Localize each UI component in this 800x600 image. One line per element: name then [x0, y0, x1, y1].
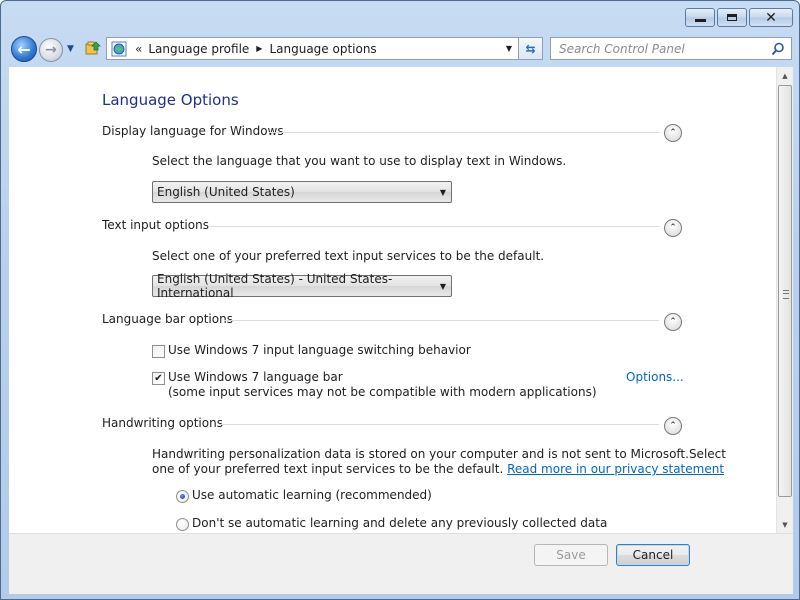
- content-area: Language Options Display language for Wi…: [9, 67, 776, 533]
- section-heading-language-bar: Language bar options: [102, 312, 233, 326]
- forward-arrow-icon: →: [45, 42, 57, 58]
- section-heading-handwriting: Handwriting options: [102, 416, 223, 430]
- search-icon[interactable]: [771, 42, 785, 56]
- save-button[interactable]: Save: [534, 544, 608, 566]
- divider: [224, 320, 659, 321]
- address-dropdown-icon[interactable]: ▼: [506, 44, 512, 53]
- collapse-handwriting-button[interactable]: ⌃: [664, 417, 682, 435]
- switching-behavior-label[interactable]: Use Windows 7 input language switching b…: [168, 343, 471, 358]
- chevron-up-icon: ⌃: [669, 128, 677, 138]
- minimize-icon: [694, 19, 706, 22]
- handwriting-description-text: one of your preferred text input service…: [152, 462, 508, 476]
- page-title: Language Options: [102, 91, 239, 109]
- grip-icon: [783, 290, 789, 299]
- divider: [269, 132, 659, 133]
- breadcrumb-overflow-icon[interactable]: «: [135, 42, 142, 56]
- maximize-button[interactable]: [717, 8, 747, 27]
- display-language-description: Select the language that you want to use…: [152, 154, 567, 168]
- handwriting-description-line2: one of your preferred text input service…: [152, 462, 724, 477]
- breadcrumb-item-language-profile[interactable]: Language profile: [148, 42, 249, 56]
- refresh-icon: ⇆: [525, 41, 536, 56]
- search-box[interactable]: Search Control Panel: [550, 37, 792, 60]
- display-language-select[interactable]: English (United States) ▼: [152, 181, 452, 203]
- back-button[interactable]: ←: [11, 36, 37, 62]
- section-heading-text-input: Text input options: [102, 218, 209, 232]
- back-arrow-icon: ←: [17, 39, 31, 59]
- minimize-button[interactable]: [685, 8, 715, 27]
- language-bar-note: (some input services may not be compatib…: [168, 385, 597, 399]
- display-language-value: English (United States): [157, 185, 295, 199]
- handwriting-description-line1: Handwriting personalization data is stor…: [152, 447, 726, 461]
- breadcrumb-item-language-options[interactable]: Language options: [269, 42, 376, 56]
- dropdown-arrow-icon: ▼: [439, 188, 446, 197]
- recent-pages-dropdown[interactable]: ▼: [67, 44, 74, 54]
- language-bar-options-link[interactable]: Options...: [626, 370, 684, 385]
- automatic-learning-radio[interactable]: [176, 490, 189, 503]
- language-bar-checkbox[interactable]: ✔: [152, 372, 165, 385]
- privacy-statement-link[interactable]: Read more in our privacy statement: [507, 462, 724, 476]
- dropdown-arrow-icon: ▼: [439, 282, 446, 291]
- cancel-button[interactable]: Cancel: [616, 544, 690, 566]
- divider: [210, 226, 659, 227]
- language-bar-label[interactable]: Use Windows 7 language bar: [168, 370, 343, 385]
- button-bar: Save Cancel: [9, 533, 793, 594]
- chevron-up-icon: ⌃: [669, 421, 677, 431]
- scroll-up-icon[interactable]: ▲: [777, 67, 793, 84]
- no-automatic-learning-radio[interactable]: [176, 518, 189, 531]
- chevron-up-icon: ⌃: [669, 223, 677, 233]
- forward-button[interactable]: →: [39, 38, 63, 62]
- close-icon: ✕: [765, 9, 777, 26]
- address-bar[interactable]: « Language profile ▶ Language options ▼: [106, 37, 519, 60]
- divider: [219, 424, 659, 425]
- collapse-language-bar-button[interactable]: ⌃: [664, 313, 682, 331]
- close-button[interactable]: ✕: [749, 8, 793, 27]
- scrollbar-thumb[interactable]: [778, 85, 792, 497]
- section-heading-display-language: Display language for Windows: [102, 124, 284, 138]
- checkmark-icon: ✔: [154, 373, 163, 384]
- collapse-display-language-button[interactable]: ⌃: [664, 124, 682, 142]
- breadcrumb-separator-icon[interactable]: ▶: [256, 44, 262, 53]
- maximize-icon: [727, 14, 737, 21]
- vertical-scrollbar[interactable]: ▲ ▼: [776, 67, 793, 533]
- control-panel-icon: [111, 41, 127, 56]
- caption-buttons: ✕: [685, 8, 793, 27]
- chevron-up-icon: ⌃: [669, 317, 677, 327]
- control-panel-window: ✕ ← → ▼ « Language profile ▶ Language op…: [0, 0, 800, 600]
- search-input[interactable]: Search Control Panel: [559, 42, 771, 56]
- text-input-value: English (United States) - United States-…: [157, 272, 393, 300]
- text-input-select[interactable]: English (United States) - United States-…: [152, 272, 452, 300]
- collapse-text-input-button[interactable]: ⌃: [664, 219, 682, 237]
- refresh-button[interactable]: ⇆: [519, 37, 543, 60]
- scroll-down-icon[interactable]: ▼: [777, 516, 793, 533]
- switching-behavior-checkbox[interactable]: [152, 345, 165, 358]
- folder-up-icon[interactable]: [85, 40, 101, 56]
- automatic-learning-label[interactable]: Use automatic learning (recommended): [192, 488, 432, 503]
- text-input-description: Select one of your preferred text input …: [152, 249, 545, 263]
- no-automatic-learning-label[interactable]: Don't se automatic learning and delete a…: [192, 516, 607, 531]
